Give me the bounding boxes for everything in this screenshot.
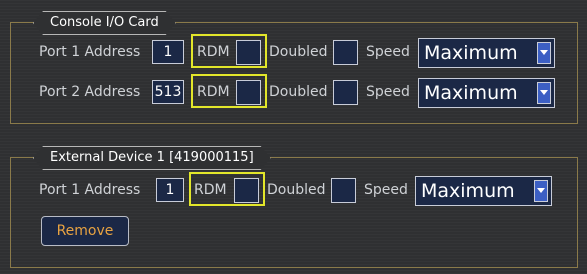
port-1-address-label: Port 1 Address	[39, 182, 141, 198]
rdm-label: RDM	[197, 84, 230, 100]
speed-label: Speed	[366, 84, 410, 100]
external-port-1-row: Port 1 Address 1 RDM Doubled Speed Maxim…	[11, 172, 577, 206]
rdm-checkbox[interactable]	[234, 178, 259, 203]
console-io-card-title: Console I/O Card	[33, 11, 176, 35]
port-1-address-field[interactable]: 1	[156, 178, 184, 202]
port-2-address-label: Port 2 Address	[39, 84, 141, 100]
speed-label: Speed	[366, 44, 410, 60]
console-io-card-panel: Console I/O Card Port 1 Address 1 RDM Do…	[10, 22, 578, 124]
doubled-checkbox[interactable]	[333, 80, 358, 105]
port-1-address-label: Port 1 Address	[39, 44, 141, 60]
doubled-checkbox[interactable]	[331, 178, 356, 203]
speed-select-value: Maximum	[421, 180, 515, 202]
rdm-checkbox[interactable]	[236, 80, 261, 105]
rdm-label: RDM	[197, 44, 230, 60]
doubled-label: Doubled	[269, 44, 328, 60]
remove-button[interactable]: Remove	[41, 216, 129, 246]
speed-select[interactable]: Maximum	[418, 78, 555, 108]
doubled-label: Doubled	[267, 182, 326, 198]
speed-select-value: Maximum	[424, 42, 518, 64]
chevron-down-icon[interactable]	[534, 180, 548, 202]
console-port-2-row: Port 2 Address 513 RDM Doubled Speed Max…	[11, 74, 577, 108]
external-device-panel: External Device 1 [419000115] Port 1 Add…	[10, 157, 578, 268]
doubled-label: Doubled	[269, 84, 328, 100]
external-device-title: External Device 1 [419000115]	[33, 146, 271, 170]
rdm-checkbox[interactable]	[236, 40, 261, 65]
chevron-down-icon[interactable]	[537, 42, 551, 64]
port-2-address-field[interactable]: 513	[152, 80, 184, 104]
speed-select[interactable]: Maximum	[418, 38, 555, 68]
chevron-down-icon[interactable]	[537, 82, 551, 104]
rdm-label: RDM	[194, 182, 227, 198]
speed-label: Speed	[364, 182, 408, 198]
console-port-1-row: Port 1 Address 1 RDM Doubled Speed Maxim…	[11, 34, 577, 68]
speed-select-value: Maximum	[424, 82, 518, 104]
port-1-address-field[interactable]: 1	[152, 40, 184, 64]
doubled-checkbox[interactable]	[333, 40, 358, 65]
speed-select[interactable]: Maximum	[415, 176, 552, 206]
